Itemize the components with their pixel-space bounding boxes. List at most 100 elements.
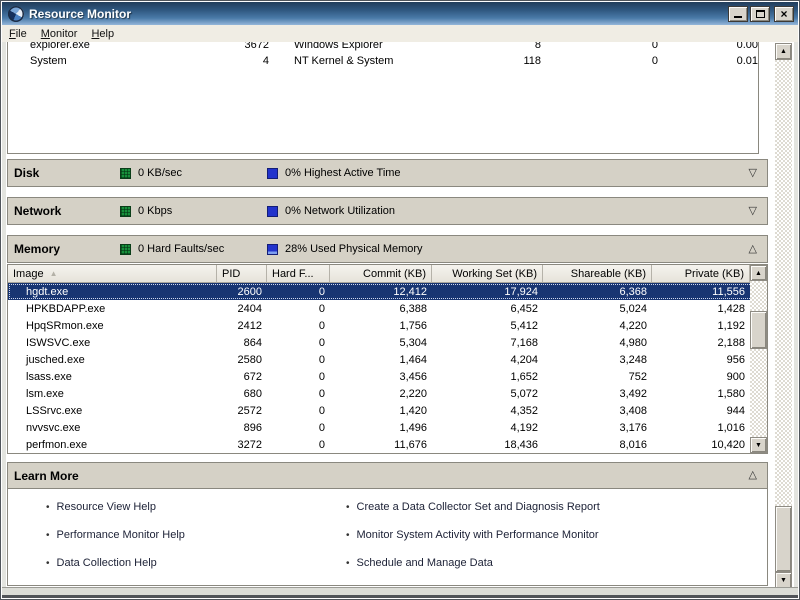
table-cell: 5,072 — [432, 388, 543, 400]
minimize-icon — [734, 11, 742, 18]
table-cell: 864 — [217, 337, 267, 349]
table-cell: 4,204 — [432, 354, 543, 366]
menu-file[interactable]: File — [2, 27, 34, 41]
table-cell: 2,188 — [652, 337, 750, 349]
sort-ascending-icon: ▲ — [50, 269, 58, 278]
table-row[interactable]: perfmon.exe3272011,67618,4368,01610,420 — [8, 436, 767, 453]
table-cell: 5,024 — [543, 303, 652, 315]
cpu-cell: explorer.exe — [8, 42, 214, 51]
column-header-label: Shareable (KB) — [571, 268, 646, 280]
close-icon: × — [780, 8, 787, 20]
table-cell: 3,456 — [330, 371, 432, 383]
table-cell: 7,168 — [432, 337, 543, 349]
disk-active-time-label: 0% Highest Active Time — [285, 167, 401, 179]
help-link[interactable]: •Data Collection Help — [46, 549, 185, 577]
column-header-shareable-kb[interactable]: Shareable (KB) — [543, 265, 652, 283]
learn-more-header[interactable]: Learn More △ — [8, 463, 767, 489]
chevron-down-icon[interactable]: ▽ — [749, 168, 757, 179]
learn-more-body: •Resource View Help•Performance Monitor … — [8, 489, 767, 585]
memory-table-scrollbar[interactable]: ▲ ▼ — [750, 265, 767, 453]
resource-monitor-window: Resource Monitor × FileMonitorHelp explo… — [0, 0, 800, 600]
main-window-scrollbar[interactable]: ▲ ▼ — [775, 43, 792, 589]
column-header-pid[interactable]: PID — [217, 265, 267, 283]
menu-monitor[interactable]: Monitor — [34, 27, 85, 41]
network-utilization-indicator-icon — [267, 206, 278, 217]
table-cell: 3272 — [217, 439, 267, 451]
help-link[interactable]: •Create a Data Collector Set and Diagnos… — [346, 493, 600, 521]
scrollbar-thumb[interactable] — [775, 506, 792, 572]
network-section-header[interactable]: Network 0 Kbps 0% Network Utilization ▽ — [7, 197, 768, 225]
table-row[interactable]: lsm.exe68002,2205,0723,4921,580 — [8, 385, 767, 402]
cpu-process-row[interactable]: System4NT Kernel & System11800.01 — [8, 53, 758, 69]
resource-monitor-icon — [8, 6, 24, 22]
table-cell: 944 — [652, 405, 750, 417]
table-row[interactable]: HPKBDAPP.exe240406,3886,4525,0241,428 — [8, 300, 767, 317]
maximize-button[interactable] — [750, 6, 770, 22]
table-cell: 3,492 — [543, 388, 652, 400]
network-activity-indicator-icon — [120, 206, 131, 217]
table-cell: 0 — [267, 371, 330, 383]
help-link[interactable]: •Performance Monitor Help — [46, 521, 185, 549]
table-cell: 1,756 — [330, 320, 432, 332]
scrollbar-track[interactable] — [750, 281, 767, 437]
table-row[interactable]: HpqSRmon.exe241201,7565,4124,2201,192 — [8, 317, 767, 334]
table-cell: 0 — [267, 337, 330, 349]
table-cell: 3,176 — [543, 422, 652, 434]
column-header-label: PID — [222, 268, 240, 280]
scrollbar-track[interactable] — [775, 60, 792, 572]
column-header-commit-kb[interactable]: Commit (KB) — [330, 265, 432, 283]
table-row[interactable]: LSSrvc.exe257201,4204,3523,408944 — [8, 402, 767, 419]
table-row[interactable]: lsass.exe67203,4561,652752900 — [8, 368, 767, 385]
table-row[interactable]: nvvsvc.exe89601,4964,1923,1761,016 — [8, 419, 767, 436]
help-link-label: Schedule and Manage Data — [357, 557, 493, 569]
cpu-process-row[interactable]: explorer.exe3672Windows Explorer800.00 — [8, 42, 758, 53]
table-cell: 4,352 — [432, 405, 543, 417]
help-link-label: Monitor System Activity with Performance… — [357, 529, 599, 541]
memory-section-header[interactable]: Memory 0 Hard Faults/sec 28% Used Physic… — [7, 235, 768, 263]
scroll-up-button[interactable]: ▲ — [750, 265, 767, 281]
help-link[interactable]: •Schedule and Manage Data — [346, 549, 600, 577]
chevron-up-icon[interactable]: △ — [749, 470, 757, 481]
scroll-down-button[interactable]: ▼ — [750, 437, 767, 453]
table-cell: 1,428 — [652, 303, 750, 315]
scroll-up-button[interactable]: ▲ — [775, 43, 792, 60]
scroll-down-icon: ▼ — [755, 442, 762, 449]
disk-section-header[interactable]: Disk 0 KB/sec 0% Highest Active Time ▽ — [7, 159, 768, 187]
scrollbar-thumb[interactable] — [750, 311, 767, 349]
help-link[interactable]: •Monitor System Activity with Performanc… — [346, 521, 600, 549]
column-header-hard-f[interactable]: Hard F... — [267, 265, 330, 283]
column-header-working-set-kb[interactable]: Working Set (KB) — [432, 265, 543, 283]
cpu-cell: NT Kernel & System — [293, 55, 461, 67]
memory-table-header: Image▲ PID Hard F...Commit (KB)Working Set… — [8, 265, 767, 283]
learn-more-section: Learn More △ •Resource View Help•Perform… — [7, 462, 768, 586]
chevron-up-icon[interactable]: △ — [749, 244, 757, 255]
menu-bar: FileMonitorHelp — [2, 25, 798, 42]
cpu-cell: System — [8, 55, 214, 67]
table-cell: 900 — [652, 371, 750, 383]
minimize-button[interactable] — [728, 6, 748, 22]
chevron-down-icon[interactable]: ▽ — [749, 206, 757, 217]
window-frame-bottom — [2, 587, 798, 598]
cpu-cell: 0 — [541, 55, 658, 67]
help-links-right-column: •Create a Data Collector Set and Diagnos… — [346, 493, 600, 577]
table-cell: 2404 — [217, 303, 267, 315]
memory-table-rows: hgdt.exe2600012,41217,9246,36811,556HPKB… — [8, 283, 767, 453]
table-cell: 11,556 — [652, 286, 750, 298]
cpu-cell: 3672 — [214, 42, 269, 51]
column-header-private-kb[interactable]: Private (KB) — [652, 265, 750, 283]
column-header-image[interactable]: Image▲ — [8, 265, 217, 283]
help-link[interactable]: •Resource View Help — [46, 493, 185, 521]
cpu-process-table: explorer.exe3672Windows Explorer800.00Sy… — [7, 42, 759, 154]
menu-help[interactable]: Help — [84, 27, 121, 41]
close-button[interactable]: × — [774, 6, 794, 22]
table-row[interactable]: jusched.exe258001,4644,2043,248956 — [8, 351, 767, 368]
table-row[interactable]: hgdt.exe2600012,41217,9246,36811,556 — [8, 283, 767, 300]
bullet-icon: • — [346, 502, 350, 513]
table-cell: 12,412 — [330, 286, 432, 298]
section-title: Learn More — [14, 469, 79, 483]
table-cell: 0 — [267, 422, 330, 434]
section-title: Memory — [14, 242, 120, 256]
table-cell: 8,016 — [543, 439, 652, 451]
table-row[interactable]: ISWSVC.exe86405,3047,1684,9802,188 — [8, 334, 767, 351]
title-bar[interactable]: Resource Monitor × — [2, 2, 798, 25]
